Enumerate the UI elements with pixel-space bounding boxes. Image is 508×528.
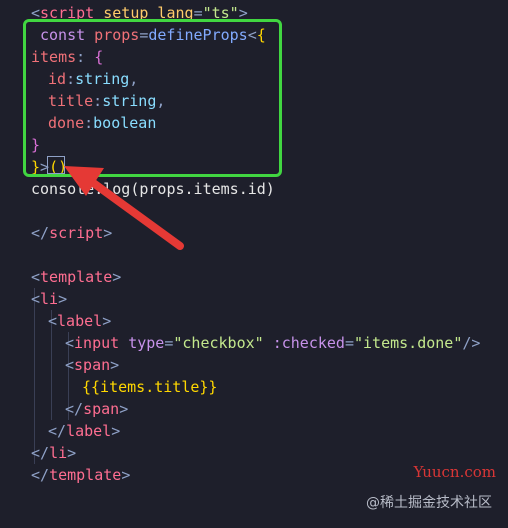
red-arrow-annotation [64, 166, 184, 250]
source-watermark: @稀土掘金技术社区 [366, 495, 492, 511]
site-watermark: Yuucn.com [413, 463, 496, 481]
